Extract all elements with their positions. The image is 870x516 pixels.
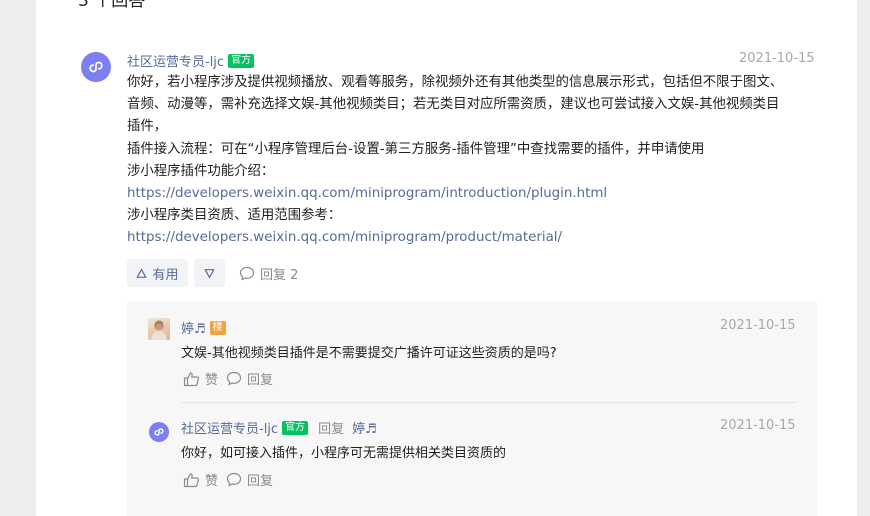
answer-line: 你好，若小程序涉及提供视频播放、观看等服务，除视频外还有其他类型的信息展示形式，… (127, 75, 784, 90)
comment-author-name[interactable]: 社区运营专员-ljc (181, 418, 278, 437)
comment-author-row: 社区运营专员-ljc 官方 回复 婷♬ (181, 418, 377, 437)
thumbs-up-icon (183, 371, 199, 386)
answer-reply-button[interactable]: 回复 2 (239, 264, 298, 283)
host-badge: 楼 (209, 320, 226, 335)
thumbs-up-icon (183, 472, 199, 487)
plugin-intro-link[interactable]: https://developers.weixin.qq.com/minipro… (127, 183, 783, 205)
like-label: 赞 (205, 474, 219, 489)
reply-word: 回复 (318, 422, 345, 437)
comment-author-row: 婷♬ 楼 (181, 318, 226, 337)
comment-icon (239, 266, 255, 281)
comment-actions: 赞 回复 (183, 470, 281, 489)
comment-divider (181, 402, 797, 403)
comment-date: 2021-10-15 (720, 318, 796, 333)
answers-card: 3 个回答 社区运营专员-ljc 官方 2021-10-15 你好，若小程序涉及… (36, 0, 857, 516)
comment-text: 你好，如可接入插件，小程序可无需提供相关类目资质的 (181, 446, 507, 461)
answer-reply-label: 回复 2 (260, 267, 299, 283)
answer-line: 涉小程序插件功能介绍： (127, 163, 275, 179)
comment-text: 文娱-其他视频类目插件是不需要提交广播许可证这些资质的是吗? (181, 346, 557, 361)
miniprogram-logo-icon (154, 428, 164, 436)
reply-label: 回复 (247, 474, 274, 489)
user-avatar[interactable] (148, 318, 170, 340)
triangle-up-icon (137, 268, 147, 278)
like-button[interactable]: 赞 (183, 369, 218, 388)
useful-label: 有用 (152, 267, 179, 283)
answer-line: 涉小程序类目资质、适用范围参考： (127, 208, 342, 224)
triangle-down-icon (204, 268, 215, 278)
category-material-link[interactable]: https://developers.weixin.qq.com/minipro… (127, 227, 783, 249)
author-avatar[interactable] (149, 422, 169, 442)
answer-actions: 有用 回复 2 (127, 259, 298, 287)
not-useful-button[interactable] (194, 259, 225, 287)
answer-body: 你好，若小程序涉及提供视频播放、观看等服务，除视频外还有其他类型的信息展示形式，… (127, 72, 783, 250)
like-label: 赞 (205, 373, 219, 388)
answer-date: 2021-10-15 (739, 51, 815, 66)
comment-reply-button[interactable]: 回复 (226, 369, 273, 388)
answer-line: 音频、动漫等，需补充选择文娱-其他视频类目；若无类目对应所需资质，建议也可尝试接… (127, 97, 780, 113)
answers-count: 3 个回答 (78, 0, 146, 11)
useful-button[interactable]: 有用 (127, 259, 188, 287)
comments-panel: 婷♬ 楼 2021-10-15 文娱-其他视频类目插件是不需要提交广播许可证这些… (127, 301, 817, 516)
answer-line: 插件接入流程：可在“小程序管理后台-设置-第三方服务-插件管理”中查找需要的插件… (127, 141, 705, 157)
reply-target-name[interactable]: 婷♬ (352, 418, 377, 437)
user-photo-icon (151, 320, 167, 340)
comment-date: 2021-10-15 (720, 418, 796, 433)
answer-author-name[interactable]: 社区运营专员-ljc (127, 51, 224, 70)
like-button[interactable]: 赞 (183, 470, 218, 489)
comment-icon (226, 371, 242, 386)
official-badge: 官方 (228, 53, 255, 68)
comment-actions: 赞 回复 (183, 369, 281, 388)
comment-icon (226, 472, 242, 487)
answer-line: 插件， (127, 119, 168, 135)
miniprogram-logo-icon (89, 61, 103, 73)
official-badge: 官方 (282, 420, 309, 435)
author-avatar[interactable] (81, 52, 111, 82)
reply-label: 回复 (247, 373, 274, 388)
comment-reply-button[interactable]: 回复 (226, 470, 273, 489)
answer-author-row: 社区运营专员-ljc 官方 (127, 51, 255, 70)
comment-author-name[interactable]: 婷♬ (181, 318, 206, 337)
